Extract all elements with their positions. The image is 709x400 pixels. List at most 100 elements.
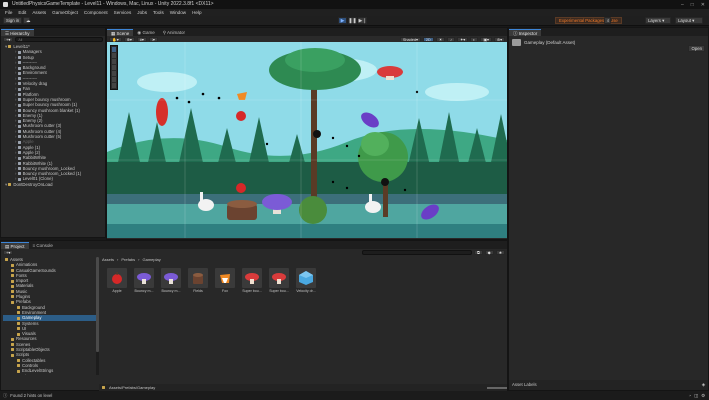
asset-tile[interactable]: Bouncy m... xyxy=(133,268,155,293)
search-icon[interactable]: ⌕ xyxy=(604,17,611,24)
window-title: UntitledPhysicsGameTemplate - Level11 - … xyxy=(12,1,214,7)
menu-window[interactable]: Window xyxy=(170,9,186,16)
folder-icon xyxy=(5,258,8,262)
layers-label: Layers xyxy=(648,18,661,23)
breadcrumb-sep-icon: › xyxy=(117,257,119,262)
folder-tree-item[interactable]: Hints xyxy=(3,374,97,375)
favorite-icon[interactable]: ★ xyxy=(495,250,505,255)
gameobject-icon xyxy=(17,124,21,128)
menu-jobs[interactable]: Jobs xyxy=(137,9,147,16)
folder-icon xyxy=(102,386,105,389)
breadcrumb-prefabs[interactable]: Prefabs xyxy=(121,257,135,262)
custom-tool-icon[interactable] xyxy=(112,83,116,88)
scene-render xyxy=(107,42,507,238)
breadcrumb-gameplay[interactable]: Gameplay xyxy=(143,257,161,262)
menu-edit[interactable]: Edit xyxy=(18,9,26,16)
close-icon[interactable]: ✕ xyxy=(701,2,705,8)
layers-dropdown[interactable]: Layers ▾ xyxy=(645,17,671,24)
view-tool-icon[interactable] xyxy=(112,47,116,52)
prefab-cube-icon xyxy=(296,268,316,288)
asset-tile[interactable]: Velocity dr... xyxy=(295,268,317,293)
menu-assets[interactable]: Assets xyxy=(32,9,46,16)
asset-label: Fields xyxy=(193,289,203,293)
folder-tree-label: Plugins xyxy=(16,294,31,300)
hierarchy-row-label: Setup xyxy=(22,54,34,60)
project-tab-label: Project xyxy=(10,244,25,249)
rect-tool-icon[interactable] xyxy=(112,71,116,76)
status-message: Found 2 hints on level xyxy=(10,393,53,398)
menu-component[interactable]: Component xyxy=(84,9,108,16)
filter-type-icon[interactable]: ⧉ xyxy=(473,250,483,255)
add-object-button[interactable]: +▾ xyxy=(3,37,14,42)
menu-file[interactable]: File xyxy=(5,9,12,16)
rotate-tool-icon[interactable] xyxy=(112,59,116,64)
menu-tools[interactable]: Tools xyxy=(153,9,164,16)
asset-tile[interactable]: Super bou... xyxy=(241,268,263,293)
hierarchy-row-label: Apple (2) xyxy=(22,149,41,155)
asset-labels-label: Asset Labels xyxy=(512,382,537,387)
folder-icon xyxy=(17,306,20,310)
menu-services[interactable]: Services xyxy=(114,9,132,16)
sign-in-button[interactable]: Sign in xyxy=(3,17,23,24)
menu-gameobject[interactable]: GameObject xyxy=(52,9,78,16)
project-panel: ▤ Project ≡ Console +▾ ⧉ ◆ ★ Assets Anima… xyxy=(0,240,508,391)
folder-icon xyxy=(11,290,14,294)
filter-label-icon[interactable]: ◆ xyxy=(484,250,494,255)
play-button[interactable]: ▶ xyxy=(338,17,347,24)
asset-tile[interactable]: Super bou... xyxy=(268,268,290,293)
cloud-icon[interactable]: ☁ xyxy=(23,17,30,24)
menu-help[interactable]: Help xyxy=(192,9,201,16)
tab-scene[interactable]: ▦ Scene xyxy=(107,29,134,36)
gameobject-icon xyxy=(17,130,21,134)
thumbnail-size-slider[interactable] xyxy=(487,386,507,389)
tab-hierarchy[interactable]: ☰ Hierarchy xyxy=(1,29,34,36)
experimental-packages-notice[interactable]: Experimental Packages In Use xyxy=(555,17,622,24)
asset-tile[interactable]: Bouncy m... xyxy=(160,268,182,293)
folder-icon xyxy=(11,348,14,352)
create-asset-button[interactable]: +▾ xyxy=(3,250,14,255)
asset-grid: Apple Bouncy m... Bouncy m... Fields Fox Supe… xyxy=(106,268,317,293)
folder-icon xyxy=(11,274,14,278)
gameobject-icon xyxy=(17,161,21,165)
hierarchy-row-label: RabbitWhite xyxy=(22,155,47,161)
folder-tree-label: Scenes xyxy=(16,341,31,347)
project-search-input[interactable] xyxy=(361,250,472,255)
folder-tree-label: Animations xyxy=(16,262,38,268)
minimize-icon[interactable]: – xyxy=(681,2,684,8)
breadcrumb-assets[interactable]: Assets xyxy=(102,257,114,262)
layout-dropdown[interactable]: Layout ▾ xyxy=(675,17,703,24)
layout-label: Layout xyxy=(678,18,691,23)
pause-button[interactable]: ❚❚ xyxy=(348,17,357,24)
tab-game[interactable]: ◉ Game xyxy=(133,29,158,36)
scene-canvas[interactable] xyxy=(107,42,507,238)
folder-tree-label: CasualGameSounds xyxy=(16,267,56,273)
mushroom-red-icon xyxy=(269,268,289,288)
asset-tile[interactable]: Fields xyxy=(187,268,209,293)
tab-console[interactable]: ≡ Console xyxy=(29,242,57,249)
tab-animator[interactable]: ⚲ Animator xyxy=(159,29,189,36)
tree-scrollbar[interactable] xyxy=(96,257,99,375)
tab-project[interactable]: ▤ Project xyxy=(1,242,29,249)
step-button[interactable]: ▶❘ xyxy=(358,17,367,24)
asset-tile[interactable]: Apple xyxy=(106,268,128,293)
title-bar: UntitledPhysicsGameTemplate - Level11 - … xyxy=(0,0,709,9)
hierarchy-scene-row[interactable]: ▾ DontDestroyOnLoad xyxy=(1,182,105,187)
folder-icon xyxy=(17,321,20,325)
label-tag-icon[interactable]: ◈ xyxy=(702,382,705,388)
asset-label: Fox xyxy=(222,289,228,293)
folder-tree-label: Import xyxy=(16,278,29,284)
maximize-icon[interactable]: □ xyxy=(691,2,694,8)
scale-tool-icon[interactable] xyxy=(112,65,116,70)
console-tab-label: Console xyxy=(36,243,53,248)
hierarchy-search-input[interactable] xyxy=(15,37,103,42)
menu-bar: File Edit Assets GameObject Component Se… xyxy=(0,9,709,16)
folder-icon xyxy=(17,369,20,373)
transform-tool-icon[interactable] xyxy=(112,77,116,82)
tab-inspector[interactable]: ⓘ Inspector xyxy=(509,29,542,36)
folder-tree-label: Music xyxy=(16,288,28,294)
open-button[interactable]: Open xyxy=(688,45,705,52)
scene-tab-label: Scene xyxy=(116,31,130,36)
gameobject-icon xyxy=(17,93,21,97)
move-tool-icon[interactable] xyxy=(112,53,116,58)
asset-tile[interactable]: Fox xyxy=(214,268,236,293)
